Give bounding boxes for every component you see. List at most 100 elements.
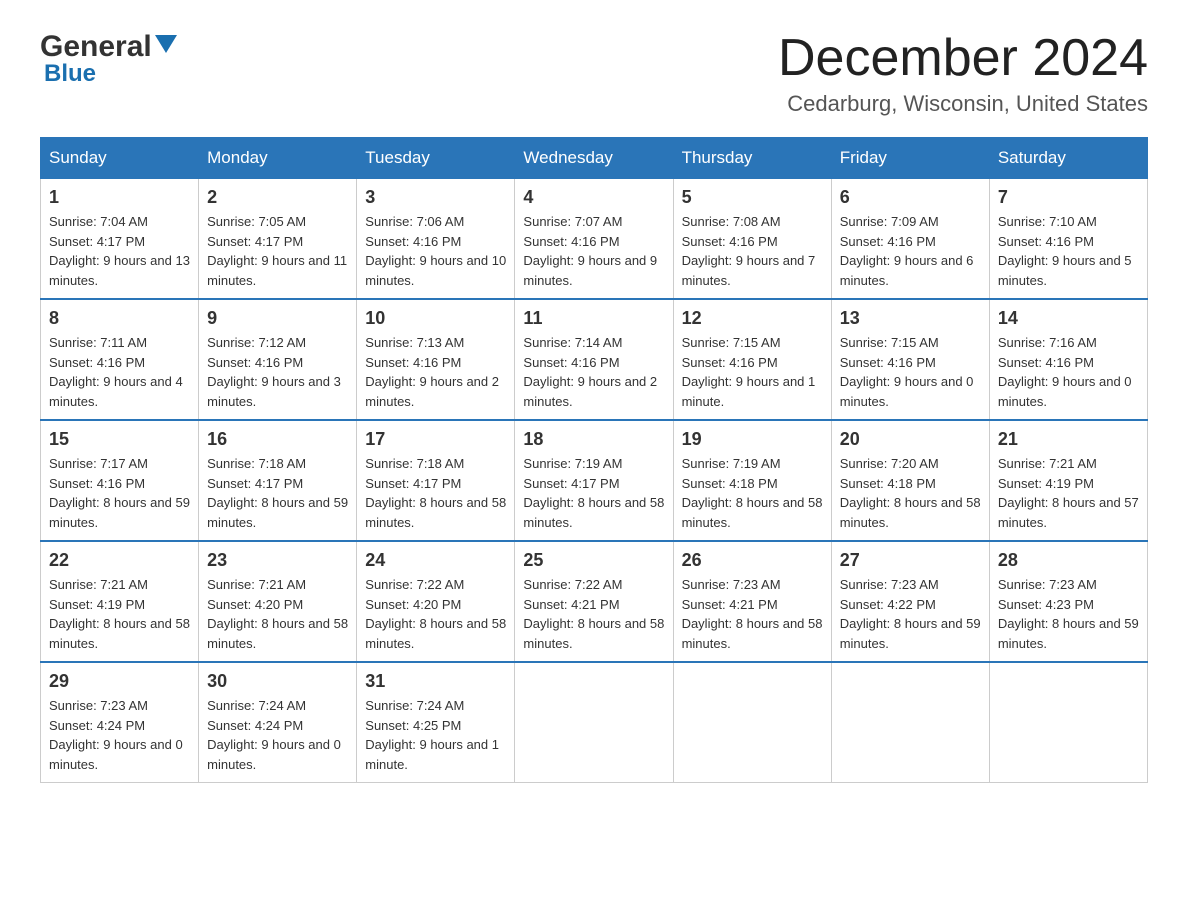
daylight-text: Daylight: 9 hours and 1 minute. — [365, 735, 506, 774]
day-info: Sunrise: 7:19 AM Sunset: 4:17 PM Dayligh… — [523, 454, 664, 532]
table-row: 13 Sunrise: 7:15 AM Sunset: 4:16 PM Dayl… — [831, 299, 989, 420]
day-number: 5 — [682, 187, 823, 208]
day-info: Sunrise: 7:17 AM Sunset: 4:16 PM Dayligh… — [49, 454, 190, 532]
sunset-text: Sunset: 4:16 PM — [840, 353, 981, 373]
day-number: 30 — [207, 671, 348, 692]
sunrise-text: Sunrise: 7:18 AM — [207, 454, 348, 474]
table-row: 15 Sunrise: 7:17 AM Sunset: 4:16 PM Dayl… — [41, 420, 199, 541]
table-row: 12 Sunrise: 7:15 AM Sunset: 4:16 PM Dayl… — [673, 299, 831, 420]
week-row-3: 22 Sunrise: 7:21 AM Sunset: 4:19 PM Dayl… — [41, 541, 1148, 662]
day-info: Sunrise: 7:19 AM Sunset: 4:18 PM Dayligh… — [682, 454, 823, 532]
sunset-text: Sunset: 4:24 PM — [49, 716, 190, 736]
daylight-text: Daylight: 8 hours and 59 minutes. — [998, 614, 1139, 653]
day-info: Sunrise: 7:07 AM Sunset: 4:16 PM Dayligh… — [523, 212, 664, 290]
day-info: Sunrise: 7:16 AM Sunset: 4:16 PM Dayligh… — [998, 333, 1139, 411]
calendar-table: Sunday Monday Tuesday Wednesday Thursday… — [40, 137, 1148, 783]
day-number: 12 — [682, 308, 823, 329]
sunrise-text: Sunrise: 7:24 AM — [365, 696, 506, 716]
table-row: 9 Sunrise: 7:12 AM Sunset: 4:16 PM Dayli… — [199, 299, 357, 420]
day-info: Sunrise: 7:18 AM Sunset: 4:17 PM Dayligh… — [365, 454, 506, 532]
daylight-text: Daylight: 9 hours and 6 minutes. — [840, 251, 981, 290]
day-info: Sunrise: 7:05 AM Sunset: 4:17 PM Dayligh… — [207, 212, 348, 290]
sunset-text: Sunset: 4:16 PM — [49, 474, 190, 494]
daylight-text: Daylight: 9 hours and 1 minute. — [682, 372, 823, 411]
day-info: Sunrise: 7:24 AM Sunset: 4:25 PM Dayligh… — [365, 696, 506, 774]
col-thursday: Thursday — [673, 138, 831, 179]
title-block: December 2024 Cedarburg, Wisconsin, Unit… — [778, 30, 1148, 117]
week-row-4: 29 Sunrise: 7:23 AM Sunset: 4:24 PM Dayl… — [41, 662, 1148, 783]
table-row: 7 Sunrise: 7:10 AM Sunset: 4:16 PM Dayli… — [989, 179, 1147, 300]
day-info: Sunrise: 7:08 AM Sunset: 4:16 PM Dayligh… — [682, 212, 823, 290]
table-row: 17 Sunrise: 7:18 AM Sunset: 4:17 PM Dayl… — [357, 420, 515, 541]
day-number: 1 — [49, 187, 190, 208]
header-row: Sunday Monday Tuesday Wednesday Thursday… — [41, 138, 1148, 179]
table-row — [831, 662, 989, 783]
daylight-text: Daylight: 9 hours and 0 minutes. — [840, 372, 981, 411]
table-row: 6 Sunrise: 7:09 AM Sunset: 4:16 PM Dayli… — [831, 179, 989, 300]
day-number: 26 — [682, 550, 823, 571]
sunset-text: Sunset: 4:19 PM — [998, 474, 1139, 494]
daylight-text: Daylight: 9 hours and 2 minutes. — [523, 372, 664, 411]
daylight-text: Daylight: 8 hours and 58 minutes. — [365, 614, 506, 653]
table-row: 5 Sunrise: 7:08 AM Sunset: 4:16 PM Dayli… — [673, 179, 831, 300]
daylight-text: Daylight: 9 hours and 0 minutes. — [998, 372, 1139, 411]
day-number: 24 — [365, 550, 506, 571]
daylight-text: Daylight: 9 hours and 0 minutes. — [49, 735, 190, 774]
day-number: 15 — [49, 429, 190, 450]
sunset-text: Sunset: 4:16 PM — [998, 232, 1139, 252]
col-friday: Friday — [831, 138, 989, 179]
sunrise-text: Sunrise: 7:17 AM — [49, 454, 190, 474]
day-info: Sunrise: 7:23 AM Sunset: 4:23 PM Dayligh… — [998, 575, 1139, 653]
day-number: 25 — [523, 550, 664, 571]
sunrise-text: Sunrise: 7:11 AM — [49, 333, 190, 353]
day-number: 17 — [365, 429, 506, 450]
sunset-text: Sunset: 4:21 PM — [682, 595, 823, 615]
sunset-text: Sunset: 4:17 PM — [49, 232, 190, 252]
sunset-text: Sunset: 4:16 PM — [523, 353, 664, 373]
sunrise-text: Sunrise: 7:21 AM — [207, 575, 348, 595]
sunrise-text: Sunrise: 7:19 AM — [523, 454, 664, 474]
sunset-text: Sunset: 4:25 PM — [365, 716, 506, 736]
day-number: 2 — [207, 187, 348, 208]
daylight-text: Daylight: 9 hours and 7 minutes. — [682, 251, 823, 290]
day-number: 10 — [365, 308, 506, 329]
daylight-text: Daylight: 9 hours and 2 minutes. — [365, 372, 506, 411]
sunrise-text: Sunrise: 7:05 AM — [207, 212, 348, 232]
table-row: 8 Sunrise: 7:11 AM Sunset: 4:16 PM Dayli… — [41, 299, 199, 420]
day-info: Sunrise: 7:13 AM Sunset: 4:16 PM Dayligh… — [365, 333, 506, 411]
sunrise-text: Sunrise: 7:21 AM — [998, 454, 1139, 474]
sunset-text: Sunset: 4:18 PM — [840, 474, 981, 494]
sunset-text: Sunset: 4:16 PM — [207, 353, 348, 373]
table-row: 2 Sunrise: 7:05 AM Sunset: 4:17 PM Dayli… — [199, 179, 357, 300]
daylight-text: Daylight: 8 hours and 58 minutes. — [840, 493, 981, 532]
day-info: Sunrise: 7:18 AM Sunset: 4:17 PM Dayligh… — [207, 454, 348, 532]
sunset-text: Sunset: 4:16 PM — [365, 353, 506, 373]
day-info: Sunrise: 7:21 AM Sunset: 4:19 PM Dayligh… — [998, 454, 1139, 532]
sunset-text: Sunset: 4:24 PM — [207, 716, 348, 736]
day-info: Sunrise: 7:23 AM Sunset: 4:22 PM Dayligh… — [840, 575, 981, 653]
day-info: Sunrise: 7:23 AM Sunset: 4:21 PM Dayligh… — [682, 575, 823, 653]
table-row: 27 Sunrise: 7:23 AM Sunset: 4:22 PM Dayl… — [831, 541, 989, 662]
table-row: 16 Sunrise: 7:18 AM Sunset: 4:17 PM Dayl… — [199, 420, 357, 541]
daylight-text: Daylight: 8 hours and 59 minutes. — [49, 493, 190, 532]
sunrise-text: Sunrise: 7:04 AM — [49, 212, 190, 232]
day-number: 3 — [365, 187, 506, 208]
sunrise-text: Sunrise: 7:10 AM — [998, 212, 1139, 232]
page-header: General Blue December 2024 Cedarburg, Wi… — [40, 30, 1148, 117]
sunrise-text: Sunrise: 7:15 AM — [682, 333, 823, 353]
daylight-text: Daylight: 9 hours and 13 minutes. — [49, 251, 190, 290]
sunrise-text: Sunrise: 7:07 AM — [523, 212, 664, 232]
day-info: Sunrise: 7:10 AM Sunset: 4:16 PM Dayligh… — [998, 212, 1139, 290]
sunrise-text: Sunrise: 7:23 AM — [840, 575, 981, 595]
sunrise-text: Sunrise: 7:14 AM — [523, 333, 664, 353]
day-info: Sunrise: 7:12 AM Sunset: 4:16 PM Dayligh… — [207, 333, 348, 411]
sunset-text: Sunset: 4:16 PM — [682, 353, 823, 373]
table-row: 29 Sunrise: 7:23 AM Sunset: 4:24 PM Dayl… — [41, 662, 199, 783]
day-info: Sunrise: 7:21 AM Sunset: 4:20 PM Dayligh… — [207, 575, 348, 653]
daylight-text: Daylight: 9 hours and 9 minutes. — [523, 251, 664, 290]
day-number: 20 — [840, 429, 981, 450]
logo-arrow-icon — [155, 35, 177, 62]
day-number: 29 — [49, 671, 190, 692]
sunrise-text: Sunrise: 7:08 AM — [682, 212, 823, 232]
sunset-text: Sunset: 4:22 PM — [840, 595, 981, 615]
